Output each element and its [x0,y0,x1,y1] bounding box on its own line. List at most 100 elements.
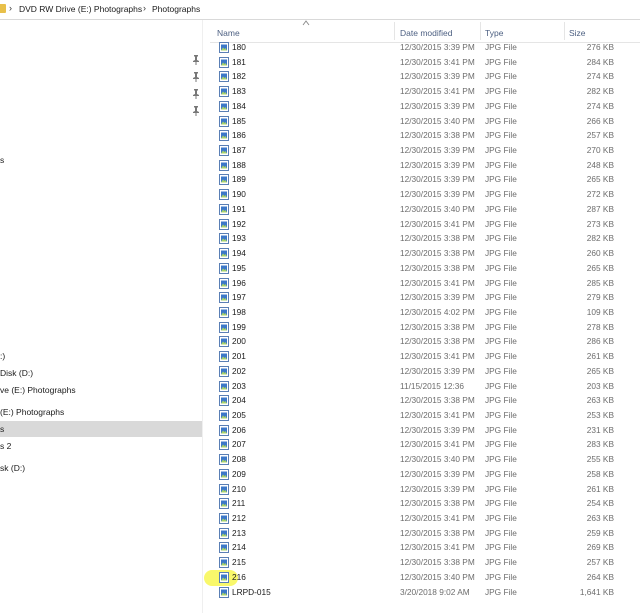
nav-item-disk-d[interactable]: sk (D:) [0,460,202,476]
file-row[interactable]: 202 12/30/2015 3:39 PM JPG File 265 KB [210,364,640,378]
file-row[interactable]: 211 12/30/2015 3:38 PM JPG File 254 KB [210,496,640,510]
file-row[interactable]: 193 12/30/2015 3:38 PM JPG File 282 KB [210,231,640,245]
file-row[interactable]: 212 12/30/2015 3:41 PM JPG File 263 KB [210,511,640,525]
sort-up-icon [302,20,310,26]
file-date: 12/30/2015 3:39 PM [400,292,475,303]
image-file-icon [219,542,229,554]
pin-icon[interactable] [192,55,200,65]
file-size: 272 KB [586,189,614,200]
file-row[interactable]: 189 12/30/2015 3:39 PM JPG File 265 KB [210,172,640,186]
nav-item-photographs-selected[interactable]: s [0,421,202,437]
breadcrumb-item-photographs[interactable]: Photographs [152,4,200,14]
nav-item-local-disk-c[interactable]: :) [0,348,202,364]
pin-icon[interactable] [192,89,200,99]
file-size: 255 KB [586,454,614,465]
image-file-icon [219,218,229,230]
file-row[interactable]: LRPD-015 3/20/2018 9:02 AM JPG File 1,641 K… [210,585,640,599]
file-row[interactable]: 181 12/30/2015 3:41 PM JPG File 284 KB [210,55,640,69]
file-size: 273 KB [586,218,614,229]
file-row[interactable]: 195 12/30/2015 3:38 PM JPG File 265 KB [210,261,640,275]
file-size: 270 KB [586,145,614,156]
address-bar[interactable]: › DVD RW Drive (E:) Photographs › Photog… [0,0,640,20]
file-size: 269 KB [586,542,614,553]
column-divider[interactable] [564,22,565,40]
file-row[interactable]: 190 12/30/2015 3:39 PM JPG File 272 KB [210,187,640,201]
column-header-size[interactable]: Size [569,28,586,38]
file-date: 12/30/2015 3:38 PM [400,527,475,538]
file-type: JPG File [485,189,517,200]
file-row[interactable]: 204 12/30/2015 3:38 PM JPG File 263 KB [210,393,640,407]
breadcrumb-item-dvd-drive[interactable]: DVD RW Drive (E:) Photographs [19,4,142,14]
nav-item-photographs-2[interactable]: s 2 [0,438,202,454]
image-file-icon [219,380,229,392]
file-row[interactable]: 186 12/30/2015 3:38 PM JPG File 257 KB [210,128,640,142]
file-row[interactable]: 180 12/30/2015 3:39 PM JPG File 276 KB [210,40,640,54]
file-row[interactable]: 194 12/30/2015 3:38 PM JPG File 260 KB [210,246,640,260]
file-type: JPG File [485,306,517,317]
file-row[interactable]: 198 12/30/2015 4:02 PM JPG File 109 KB [210,305,640,319]
file-date: 12/30/2015 3:41 PM [400,410,475,420]
file-row[interactable]: 216 12/30/2015 3:40 PM JPG File 264 KB [204,569,640,586]
pin-icon[interactable] [192,106,200,116]
file-row[interactable]: 209 12/30/2015 3:39 PM JPG File 258 KB [210,467,640,481]
pin-icon[interactable] [192,72,200,82]
file-type: JPG File [485,527,517,538]
file-row[interactable]: 208 12/30/2015 3:40 PM JPG File 255 KB [210,452,640,466]
file-date: 12/30/2015 3:40 PM [400,115,475,126]
image-file-icon [219,130,229,142]
image-file-icon [219,513,229,525]
file-type: JPG File [485,557,517,568]
navigation-pane[interactable]: s :) Disk (D:) ve (E:) Photographs (E:) … [0,20,203,613]
nav-item-local-disk-d[interactable]: Disk (D:) [0,365,202,381]
column-header-type[interactable]: Type [485,28,503,38]
file-list[interactable]: Name Date modified Type Size 180 12/30/20… [204,20,640,613]
nav-item-dvd-drive[interactable]: ve (E:) Photographs [0,382,202,398]
file-row[interactable]: 199 12/30/2015 3:38 PM JPG File 278 KB [210,320,640,334]
file-row[interactable]: 210 12/30/2015 3:39 PM JPG File 261 KB [210,482,640,496]
file-row[interactable]: 206 12/30/2015 3:39 PM JPG File 231 KB [210,423,640,437]
file-date: 12/30/2015 3:40 PM [400,454,475,465]
file-row[interactable]: 182 12/30/2015 3:39 PM JPG File 274 KB [210,69,640,83]
image-file-icon [219,351,229,363]
nav-item[interactable]: s [0,152,202,168]
image-file-icon [219,233,229,245]
file-name: 193 [232,233,246,244]
file-row[interactable]: 214 12/30/2015 3:41 PM JPG File 269 KB [210,540,640,554]
file-type: JPG File [485,571,517,582]
file-row[interactable]: 196 12/30/2015 3:41 PM JPG File 285 KB [210,276,640,290]
file-type: JPG File [485,86,517,97]
file-size: 284 KB [586,56,614,67]
file-row[interactable]: 200 12/30/2015 3:38 PM JPG File 286 KB [210,334,640,348]
column-divider[interactable] [480,22,481,40]
file-row[interactable]: 197 12/30/2015 3:39 PM JPG File 279 KB [210,290,640,304]
file-row[interactable]: 183 12/30/2015 3:41 PM JPG File 282 KB [210,84,640,98]
file-row[interactable]: 201 12/30/2015 3:41 PM JPG File 261 KB [210,349,640,363]
file-date: 12/30/2015 3:41 PM [400,439,475,450]
file-row[interactable]: 185 12/30/2015 3:40 PM JPG File 266 KB [210,114,640,128]
file-row[interactable]: 187 12/30/2015 3:39 PM JPG File 270 KB [210,143,640,157]
file-name: 212 [232,513,246,524]
image-file-icon [219,86,229,98]
file-size: 265 KB [586,174,614,185]
nav-item-dvd-drive-root[interactable]: (E:) Photographs [0,404,202,420]
column-divider[interactable] [394,22,395,40]
file-date: 12/30/2015 3:40 PM [400,203,475,214]
file-row[interactable]: 213 12/30/2015 3:38 PM JPG File 259 KB [210,526,640,540]
file-size: 263 KB [586,395,614,406]
file-row[interactable]: 203 11/15/2015 12:36 JPG File 203 KB [210,379,640,393]
image-file-icon [219,365,229,377]
file-name: 180 [232,42,246,52]
file-row[interactable]: 215 12/30/2015 3:38 PM JPG File 257 KB [210,555,640,569]
file-name: 202 [232,365,246,376]
column-header-date[interactable]: Date modified [400,28,452,38]
file-row[interactable]: 191 12/30/2015 3:40 PM JPG File 287 KB [210,202,640,216]
file-name: 190 [232,189,246,200]
file-type: JPG File [485,321,517,332]
column-header-name[interactable]: Name [217,28,240,38]
file-row[interactable]: 205 12/30/2015 3:41 PM JPG File 253 KB [210,408,640,422]
file-name: 183 [232,86,246,97]
file-row[interactable]: 192 12/30/2015 3:41 PM JPG File 273 KB [210,217,640,231]
file-row[interactable]: 207 12/30/2015 3:41 PM JPG File 283 KB [210,437,640,451]
file-row[interactable]: 188 12/30/2015 3:39 PM JPG File 248 KB [210,158,640,172]
file-row[interactable]: 184 12/30/2015 3:39 PM JPG File 274 KB [210,99,640,113]
